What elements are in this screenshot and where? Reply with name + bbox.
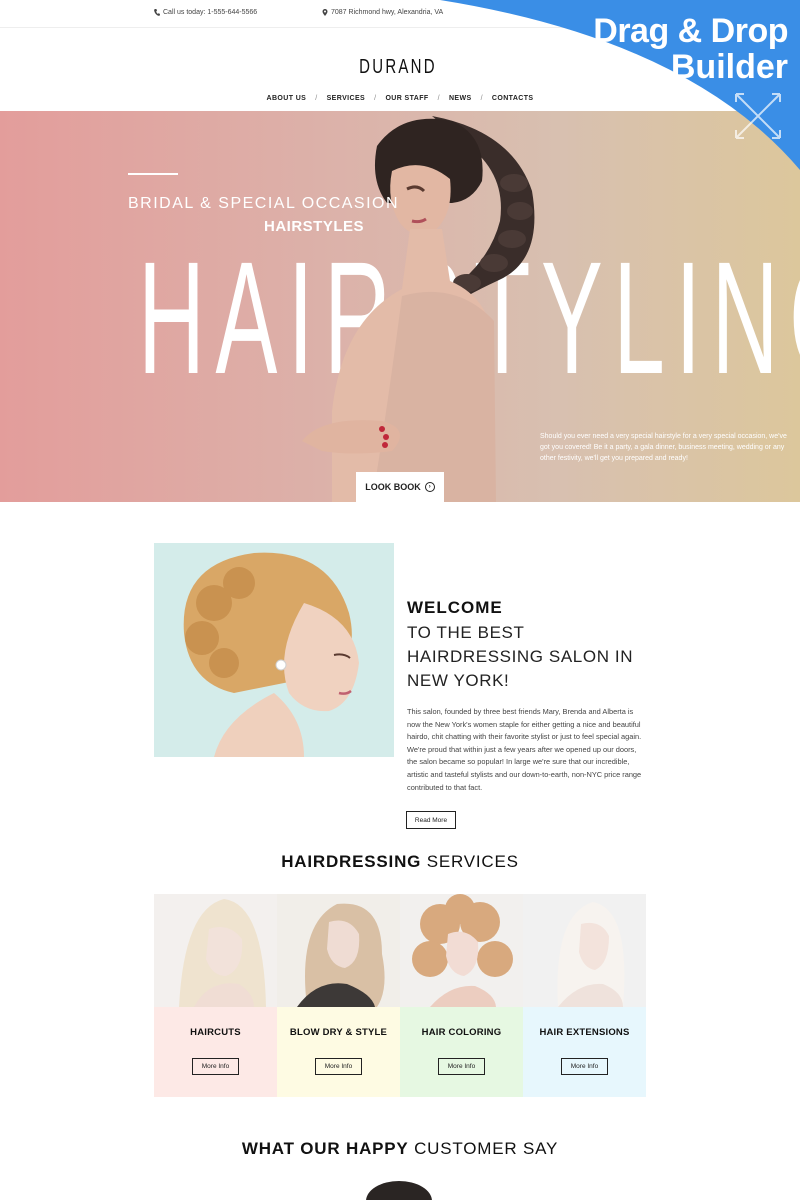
- address-text: 7087 Richmond hwy, Alexandria, VA: [331, 9, 444, 16]
- haircuts-photo: [154, 894, 277, 1007]
- map-pin-icon: [322, 9, 328, 16]
- services-title-rest: SERVICES: [421, 852, 519, 871]
- more-info-button[interactable]: More Info: [561, 1058, 608, 1075]
- hero-description: Should you ever need a very special hair…: [540, 433, 787, 462]
- customer-avatar: [366, 1181, 432, 1200]
- hair-extensions-photo: [523, 894, 646, 1007]
- nav-services[interactable]: SERVICES: [318, 95, 374, 102]
- welcome-title: WELCOME: [407, 598, 503, 617]
- blow-dry-photo: [277, 894, 400, 1007]
- phone-text: Call us today: 1-555-644-5566: [163, 9, 258, 16]
- testimonials-title: WHAT OUR HAPPY CUSTOMER SAY: [0, 1139, 800, 1159]
- address-info: 7087 Richmond hwy, Alexandria, VA: [322, 9, 443, 16]
- phone-info[interactable]: Call us today: 1-555-644-5566: [154, 9, 257, 16]
- service-name: HAIRCUTS: [190, 1027, 241, 1038]
- welcome-subtitle: TO THE BEST HAIRDRESSING SALON IN NEW YO…: [407, 623, 634, 690]
- hero-subtitle-bold: HAIRSTYLES: [264, 218, 365, 235]
- drag-drop-builder-badge[interactable]: Drag & Drop Builder: [440, 0, 800, 170]
- services-title-bold: HAIRDRESSING: [281, 852, 422, 871]
- hero-divider: [128, 173, 178, 175]
- arrow-right-icon: ›: [424, 482, 435, 492]
- welcome-photo: [154, 543, 394, 757]
- move-arrows-icon: [735, 93, 781, 139]
- hero-subtitle: BRIDAL & SPECIAL OCCASION: [128, 195, 400, 212]
- welcome-paragraph: This salon, founded by three best friend…: [407, 707, 642, 792]
- service-card-blow-dry[interactable]: BLOW DRY & STYLE More Info: [277, 894, 400, 1097]
- badge-line-2: Builder: [670, 48, 788, 86]
- look-book-label: LOOK BOOK: [365, 482, 421, 492]
- hair-coloring-photo: [400, 894, 523, 1007]
- service-card-hair-extensions[interactable]: HAIR EXTENSIONS More Info: [523, 894, 646, 1097]
- read-more-button[interactable]: Read More: [406, 811, 456, 829]
- nav-about-us[interactable]: ABOUT US: [257, 95, 315, 102]
- service-name: BLOW DRY & STYLE: [289, 1027, 388, 1038]
- service-card-haircuts[interactable]: HAIRCUTS More Info: [154, 894, 277, 1097]
- look-book-button[interactable]: LOOK BOOK ›: [356, 472, 444, 502]
- nav-our-staff[interactable]: OUR STAFF: [376, 95, 437, 102]
- service-card-hair-coloring[interactable]: HAIR COLORING More Info: [400, 894, 523, 1097]
- service-name: HAIR COLORING: [421, 1027, 502, 1038]
- more-info-button[interactable]: More Info: [438, 1058, 485, 1075]
- phone-icon: [154, 9, 160, 16]
- services-title: HAIRDRESSING SERVICES: [0, 852, 800, 872]
- woman-portrait-image: [183, 552, 359, 757]
- more-info-button[interactable]: More Info: [192, 1058, 239, 1075]
- testimonials-title-bold: WHAT OUR HAPPY: [241, 1139, 409, 1158]
- service-name: HAIR EXTENSIONS: [539, 1027, 630, 1038]
- welcome-block: WELCOME TO THE BEST HAIRDRESSING SALON I…: [407, 598, 647, 794]
- testimonials-title-rest: CUSTOMER SAY: [408, 1139, 559, 1158]
- more-info-button[interactable]: More Info: [315, 1058, 362, 1075]
- badge-line-1: Drag & Drop: [593, 12, 788, 50]
- services-grid: HAIRCUTS More Info BLOW DRY & STYLE More…: [154, 894, 646, 1097]
